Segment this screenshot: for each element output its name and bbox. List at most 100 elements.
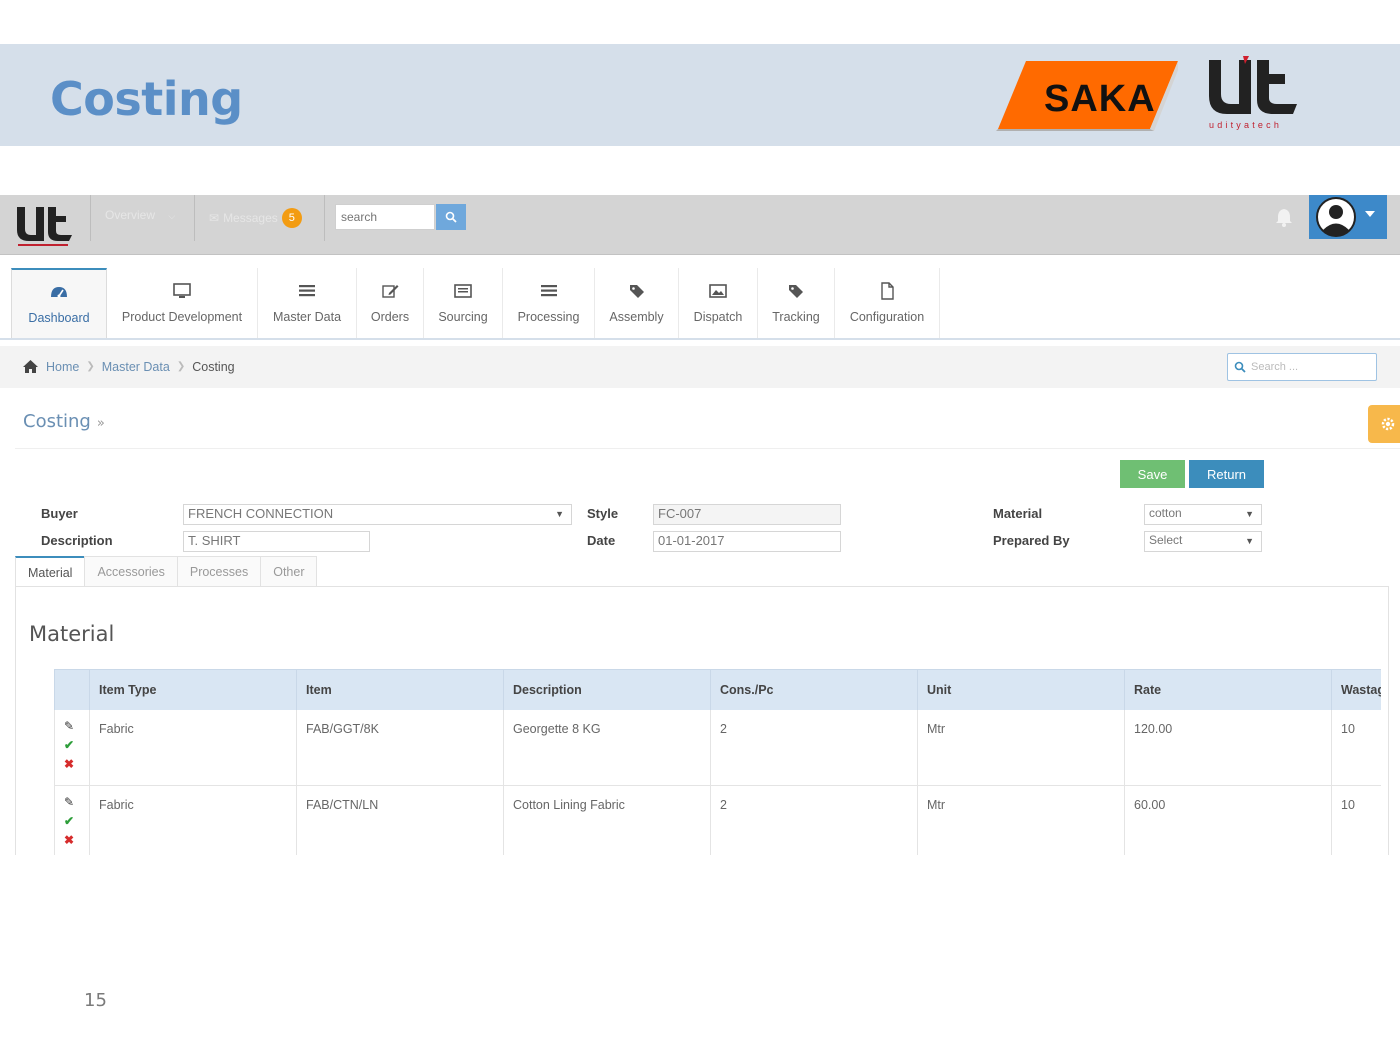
costing-tabs: Material Accessories Processes Other bbox=[15, 556, 318, 587]
material-panel: Material Item Type Item Description Cons… bbox=[15, 586, 1389, 855]
nav-configuration[interactable]: Configuration bbox=[835, 268, 940, 338]
top-search-button[interactable] bbox=[436, 204, 466, 230]
messages-button[interactable]: ✉ Messages 5 bbox=[209, 208, 302, 228]
breadcrumb-current: Costing bbox=[192, 359, 235, 374]
cell-description: Cotton Lining Fabric bbox=[503, 785, 711, 855]
gear-icon bbox=[1381, 417, 1395, 431]
slide-header: Costing SAKA udityatech bbox=[0, 44, 1400, 146]
cell-unit: Mtr bbox=[917, 785, 1125, 855]
nav-dispatch[interactable]: Dispatch bbox=[679, 268, 758, 338]
overview-dropdown[interactable]: Overview ⌵ bbox=[105, 208, 175, 222]
search-icon bbox=[1234, 361, 1246, 373]
messages-count-badge: 5 bbox=[281, 208, 302, 228]
breadcrumb-search-input[interactable]: Search ... bbox=[1227, 353, 1377, 381]
pencil-icon[interactable]: ✎ bbox=[64, 719, 76, 733]
breadcrumb: Home ❯ Master Data ❯ Costing bbox=[22, 359, 235, 374]
cell-item: FAB/GGT/8K bbox=[296, 709, 504, 786]
caret-down-icon: ▼ bbox=[1245, 509, 1254, 519]
caret-down-icon: ▼ bbox=[1245, 536, 1254, 546]
edit-icon bbox=[382, 285, 399, 298]
main-navigation: Dashboard Product Development Master Dat… bbox=[0, 268, 1400, 340]
cell-rate: 60.00 bbox=[1124, 785, 1332, 855]
column-header[interactable]: Rate bbox=[1124, 669, 1332, 710]
cell-rate: 120.00 bbox=[1124, 709, 1332, 786]
row-actions: ✎ ✔ ✖ bbox=[54, 709, 90, 786]
cell-item-type: Fabric bbox=[89, 785, 297, 855]
material-select[interactable]: cotton ▼ bbox=[1144, 504, 1262, 525]
saka-logo: SAKA bbox=[996, 61, 1178, 131]
page-number: 15 bbox=[84, 990, 107, 1011]
column-header-actions bbox=[54, 669, 90, 710]
check-icon[interactable]: ✔ bbox=[64, 738, 76, 752]
nav-product-development[interactable]: Product Development bbox=[107, 268, 258, 338]
settings-tab[interactable] bbox=[1368, 405, 1400, 443]
breadcrumb-master-data[interactable]: Master Data bbox=[102, 360, 170, 374]
user-menu-button[interactable] bbox=[1309, 195, 1387, 239]
check-icon[interactable]: ✔ bbox=[64, 815, 76, 828]
material-section-title: Material bbox=[29, 622, 115, 646]
column-header[interactable]: Unit bbox=[917, 669, 1125, 710]
envelope-icon: ✉ bbox=[209, 211, 220, 225]
nav-sourcing[interactable]: Sourcing bbox=[424, 268, 503, 338]
chevron-right-icon: ❯ bbox=[176, 361, 186, 372]
home-icon bbox=[23, 360, 38, 373]
nav-master-data[interactable]: Master Data bbox=[258, 268, 357, 338]
tab-accessories[interactable]: Accessories bbox=[84, 556, 178, 587]
card-icon bbox=[454, 284, 472, 298]
tab-other[interactable]: Other bbox=[260, 556, 318, 587]
style-input[interactable]: FC-007 bbox=[653, 504, 841, 525]
nav-assembly[interactable]: Assembly bbox=[595, 268, 679, 338]
cell-wastage: 10 bbox=[1331, 785, 1381, 855]
pencil-icon[interactable]: ✎ bbox=[64, 796, 76, 809]
raquo-icon: » bbox=[96, 416, 105, 431]
cell-unit: Mtr bbox=[917, 709, 1125, 786]
nav-tracking[interactable]: Tracking bbox=[758, 268, 835, 338]
breadcrumb-home[interactable]: Home bbox=[46, 360, 79, 374]
table-row: ✎ ✔ ✖ Fabric FAB/CTN/LN Cotton Lining Fa… bbox=[54, 785, 1381, 855]
image-icon bbox=[709, 284, 727, 298]
caret-down-icon: ▼ bbox=[555, 509, 564, 519]
app-logo[interactable] bbox=[14, 203, 74, 247]
column-header[interactable]: Item Type bbox=[89, 669, 297, 710]
title-divider bbox=[15, 448, 1400, 449]
delete-icon[interactable]: ✖ bbox=[64, 834, 76, 847]
description-input[interactable]: T. SHIRT bbox=[183, 531, 370, 552]
save-button[interactable]: Save bbox=[1120, 460, 1185, 488]
date-input[interactable]: 01-01-2017 bbox=[653, 531, 841, 552]
column-header[interactable]: Wastage bbox=[1331, 669, 1381, 710]
cell-item: FAB/CTN/LN bbox=[296, 785, 504, 855]
chevron-right-icon: ❯ bbox=[86, 361, 95, 372]
tab-material[interactable]: Material bbox=[15, 556, 86, 587]
list-icon bbox=[299, 285, 315, 297]
return-button[interactable]: Return bbox=[1189, 460, 1264, 488]
tag-icon bbox=[629, 285, 644, 298]
breadcrumb-bar: Home ❯ Master Data ❯ Costing Search ... bbox=[0, 346, 1400, 388]
top-search-input[interactable] bbox=[335, 204, 435, 230]
caret-down-icon bbox=[1365, 211, 1375, 217]
monitor-icon bbox=[173, 283, 191, 298]
dashboard-icon bbox=[51, 287, 67, 298]
search-icon bbox=[445, 211, 457, 223]
tag-icon bbox=[789, 285, 803, 298]
style-label: Style bbox=[587, 506, 619, 521]
date-label: Date bbox=[587, 533, 616, 548]
column-header[interactable]: Description bbox=[503, 669, 711, 710]
column-header[interactable]: Item bbox=[296, 669, 504, 710]
top-bar: Overview ⌵ ✉ Messages 5 bbox=[0, 195, 1400, 255]
bell-icon[interactable] bbox=[1275, 207, 1293, 227]
prepared-by-select[interactable]: Select ▼ bbox=[1144, 531, 1262, 552]
nav-dashboard[interactable]: Dashboard bbox=[11, 268, 107, 338]
chevron-down-icon: ⌵ bbox=[168, 211, 176, 221]
svg-text:SAKA: SAKA bbox=[1044, 78, 1156, 120]
nav-processing[interactable]: Processing bbox=[503, 268, 595, 338]
buyer-select[interactable]: FRENCH CONNECTION ▼ bbox=[183, 504, 572, 525]
delete-icon[interactable]: ✖ bbox=[64, 757, 76, 771]
cell-item-type: Fabric bbox=[89, 709, 297, 786]
cell-cons-pc: 2 bbox=[710, 709, 918, 786]
nav-orders[interactable]: Orders bbox=[357, 268, 424, 338]
tab-processes[interactable]: Processes bbox=[176, 556, 262, 587]
table-row: ✎ ✔ ✖ Fabric FAB/GGT/8K Georgette 8 KG 2… bbox=[54, 709, 1381, 786]
column-header[interactable]: Cons./Pc bbox=[710, 669, 918, 710]
row-actions: ✎ ✔ ✖ bbox=[54, 785, 90, 855]
cell-wastage: 10 bbox=[1331, 709, 1381, 786]
